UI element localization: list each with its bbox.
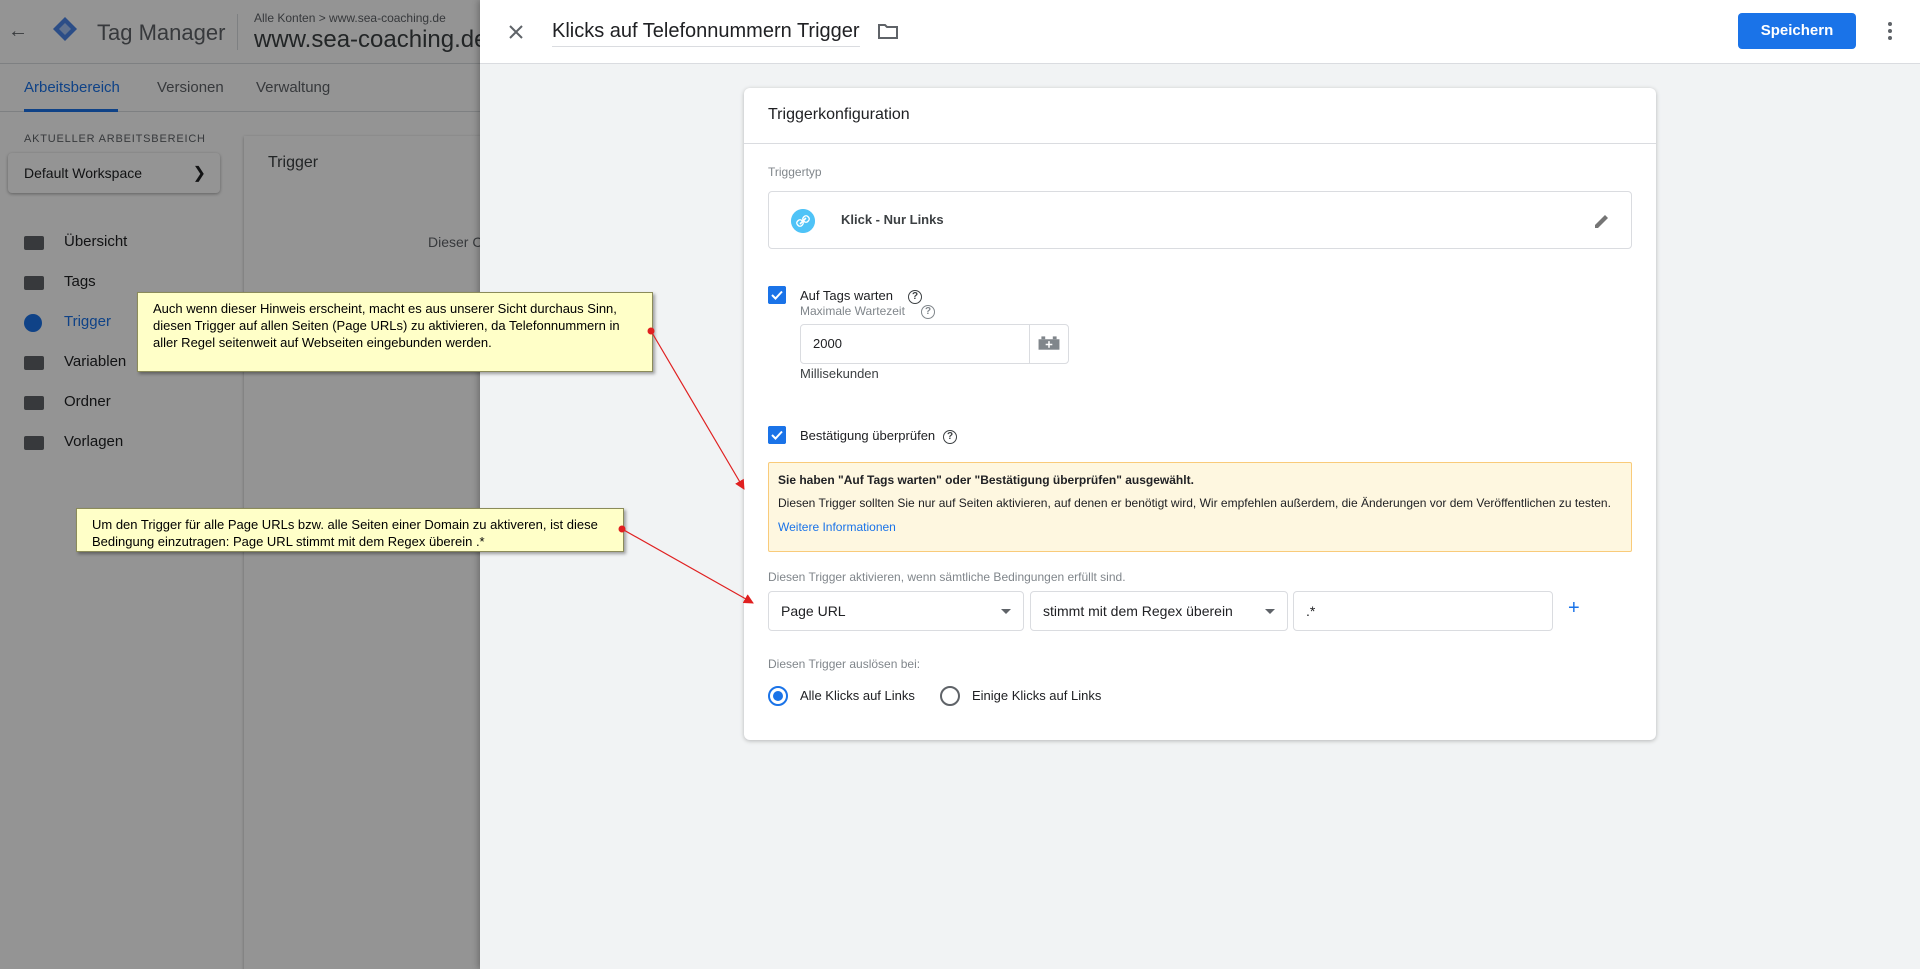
radio-all-clicks[interactable] (768, 686, 788, 706)
check-validation-checkbox[interactable] (768, 426, 786, 444)
caret-down-icon (1001, 609, 1011, 614)
help-icon[interactable]: ? (943, 430, 957, 444)
condition-operator-select[interactable]: stimmt mit dem Regex überein (1030, 591, 1288, 631)
trigger-config-card: Triggerkonfiguration Triggertyp Klick - … (744, 88, 1656, 740)
wait-for-tags-checkbox[interactable] (768, 286, 786, 304)
max-wait-label: Maximale Wartezeit (800, 304, 905, 318)
learn-more-link[interactable]: Weitere Informationen (778, 520, 896, 534)
panel-header: Klicks auf Telefonnummern Trigger Speich… (480, 0, 1920, 64)
warning-box: Sie haben "Auf Tags warten" oder "Bestät… (768, 462, 1632, 552)
background-workspace: ← Tag Manager Alle Konten > www.sea-coac… (0, 0, 480, 969)
folder-icon[interactable] (877, 22, 899, 40)
save-button[interactable]: Speichern (1738, 13, 1856, 49)
fire-on-label: Diesen Trigger auslösen bei: (768, 657, 921, 671)
divider (744, 143, 1656, 144)
trigger-name-input[interactable]: Klicks auf Telefonnummern Trigger (552, 20, 860, 47)
max-wait-input[interactable]: 2000 (800, 324, 1030, 364)
trigger-type-label: Triggertyp (768, 165, 822, 179)
help-icon[interactable]: ? (921, 305, 935, 319)
condition-variable-select[interactable]: Page URL (768, 591, 1024, 631)
link-icon (791, 209, 815, 233)
max-wait-unit: Millisekunden (800, 366, 879, 381)
trigger-type-selector[interactable]: Klick - Nur Links (768, 191, 1632, 249)
radio-all-clicks-label: Alle Klicks auf Links (800, 688, 915, 703)
variable-brick-icon (1038, 336, 1060, 350)
condition-value-input[interactable]: .* (1293, 591, 1553, 631)
warning-title: Sie haben "Auf Tags warten" oder "Bestät… (778, 473, 1194, 487)
close-icon[interactable] (502, 18, 530, 46)
wait-for-tags-label: Auf Tags warten (800, 288, 893, 303)
pencil-icon[interactable] (1591, 210, 1613, 232)
check-validation-label: Bestätigung überprüfen (800, 428, 936, 443)
condition-label: Diesen Trigger aktivieren, wenn sämtlich… (768, 570, 1126, 584)
add-condition-button[interactable]: + (1568, 597, 1580, 620)
help-icon[interactable]: ? (908, 290, 922, 304)
annotation-note: Auch wenn dieser Hinweis erscheint, mach… (137, 292, 653, 372)
annotation-note: Um den Trigger für alle Page URLs bzw. a… (76, 508, 624, 552)
variable-picker-button[interactable] (1029, 324, 1069, 364)
radio-some-clicks[interactable] (940, 686, 960, 706)
radio-some-clicks-label: Einige Klicks auf Links (972, 688, 1102, 703)
more-vert-icon[interactable] (1881, 18, 1899, 44)
modal-scrim[interactable] (0, 0, 480, 969)
trigger-type-name: Klick - Nur Links (841, 212, 944, 227)
condition-operator-value: stimmt mit dem Regex überein (1043, 603, 1233, 619)
caret-down-icon (1265, 609, 1275, 614)
trigger-editor-panel: Klicks auf Telefonnummern Trigger Speich… (480, 0, 1920, 969)
condition-variable-value: Page URL (781, 603, 846, 619)
warning-text: Diesen Trigger sollten Sie nur auf Seite… (778, 496, 1611, 510)
config-title: Triggerkonfiguration (768, 106, 910, 123)
